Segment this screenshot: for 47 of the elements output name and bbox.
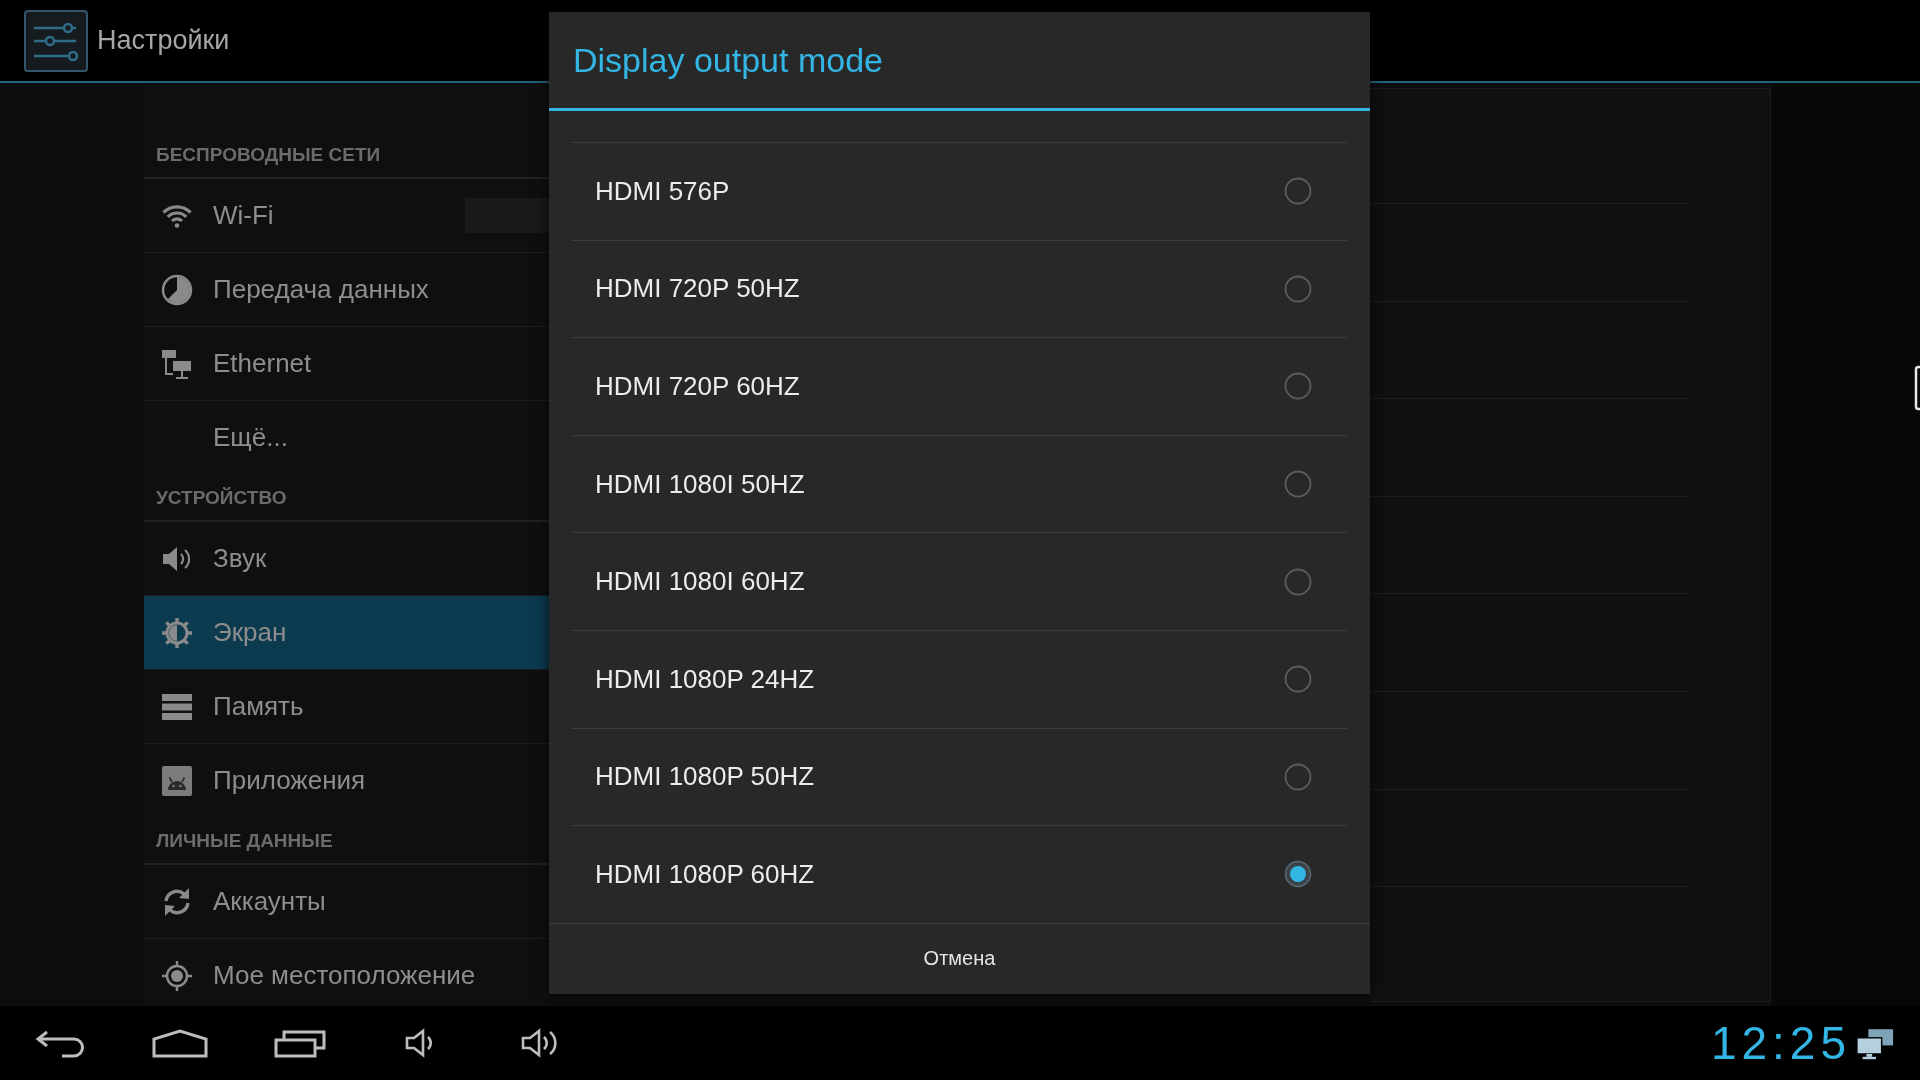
radio-button[interactable] <box>1284 372 1312 401</box>
pie-chart-icon <box>161 273 193 306</box>
wifi-icon <box>161 203 193 228</box>
radio-button[interactable] <box>1284 177 1312 206</box>
home-icon[interactable] <box>151 1028 209 1058</box>
section-header: УСТРОЙСТВО <box>156 486 287 509</box>
radio-button[interactable] <box>1284 762 1312 791</box>
target-icon <box>161 959 193 992</box>
radio-button[interactable] <box>1284 470 1312 499</box>
robot-tile-icon <box>161 764 193 797</box>
recent-apps-icon[interactable] <box>273 1028 327 1058</box>
sliders-icon[interactable] <box>24 9 88 72</box>
section-header: БЕСПРОВОДНЫЕ СЕТИ <box>156 143 381 166</box>
toggle-switch[interactable] <box>465 198 549 233</box>
option-item[interactable]: HDMI 1080P 50HZ <box>572 728 1347 827</box>
sidebar-item[interactable]: Wi-Fi <box>144 179 549 253</box>
option-item[interactable]: HDMI 1080P 24HZ <box>572 630 1347 729</box>
back-icon[interactable] <box>34 1028 86 1058</box>
sidebar-item[interactable]: Приложения <box>144 744 549 818</box>
sidebar-item[interactable]: Передача данных <box>144 253 549 327</box>
sidebar-item[interactable]: Память <box>144 670 549 744</box>
sidebar-item[interactable]: Мое местоположение <box>144 939 549 1006</box>
cancel-button[interactable]: Отмена <box>549 923 1370 994</box>
radio-button[interactable] <box>1284 860 1312 889</box>
option-item[interactable]: HDMI 1080I 50HZ <box>572 435 1347 534</box>
volume-up-icon[interactable] <box>520 1027 560 1059</box>
sidebar-item[interactable]: Экран <box>144 596 549 670</box>
monitors-icon[interactable] <box>1855 1026 1895 1060</box>
dialog-title: Display output mode <box>573 40 883 80</box>
edge-handle-icon[interactable] <box>1914 365 1920 411</box>
action-bar-title: Настройки <box>97 25 230 56</box>
sidebar-item[interactable]: Ethernet <box>144 327 549 401</box>
computers-icon <box>161 347 193 380</box>
option-item[interactable]: HDMI 720P 50HZ <box>572 240 1347 339</box>
option-item[interactable]: HDMI 1080I 60HZ <box>572 533 1347 631</box>
clock: 12:25 <box>1710 1016 1851 1070</box>
sidebar-item[interactable]: Ещё... <box>144 401 549 475</box>
option-item[interactable]: HDMI 576P <box>572 143 1347 241</box>
radio-button[interactable] <box>1284 567 1312 596</box>
option-item[interactable]: HDMI 1080P 60HZ <box>572 826 1347 923</box>
radio-button[interactable] <box>1284 665 1312 694</box>
brightness-icon <box>161 616 193 649</box>
option-item[interactable]: HDMI 720P 60HZ <box>572 338 1347 436</box>
sidebar-item[interactable]: Аккаунты <box>144 865 549 939</box>
stack-icon <box>161 692 193 721</box>
radio-button[interactable] <box>1284 274 1312 303</box>
section-header: ЛИЧНЫЕ ДАННЫЕ <box>156 829 333 852</box>
